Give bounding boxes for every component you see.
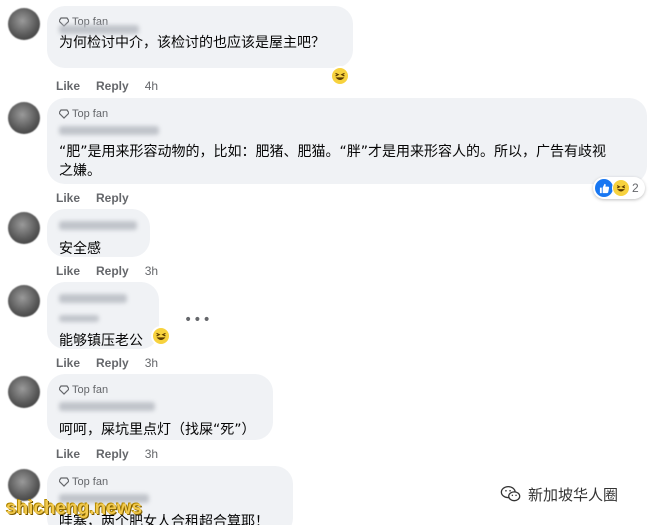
top-fan-badge: Top fan xyxy=(59,476,108,488)
top-fan-badge: Top fan xyxy=(59,108,108,120)
avatar[interactable] xyxy=(8,8,40,40)
avatar[interactable] xyxy=(8,376,40,408)
comment-bubble: Top fan 呵呵，屎坑里点灯（找屎“死”） xyxy=(47,374,273,440)
like-button[interactable]: Like xyxy=(56,264,80,278)
avatar[interactable] xyxy=(8,102,40,134)
like-button[interactable]: Like xyxy=(56,447,80,461)
laughing-face-icon xyxy=(335,72,345,80)
diamond-icon xyxy=(59,477,69,487)
comment-meta: Top fan xyxy=(59,380,261,396)
avatar[interactable] xyxy=(8,285,40,317)
haha-reaction-icon xyxy=(612,179,630,197)
comment-meta: Top fan xyxy=(59,104,635,120)
commenter-name[interactable] xyxy=(59,25,139,34)
comment-bubble: Top fan 为何检讨中介，该检讨的也应该是屋主吧？ xyxy=(47,6,353,68)
account-name: 新加坡华人圈 xyxy=(528,485,619,504)
reaction-count: 2 xyxy=(632,181,639,195)
commenter-name[interactable] xyxy=(59,402,155,411)
comment-text: 能够镇压老公 xyxy=(59,333,143,349)
comment-text-line-2: 之嫌。 xyxy=(59,163,101,179)
badge-label: Top fan xyxy=(72,476,109,488)
reply-button[interactable]: Reply xyxy=(96,79,129,93)
comment-bubble: 能够镇压老公 xyxy=(47,282,159,349)
comment-bubble: 安全感 xyxy=(47,209,150,257)
comment-text: 安全感 xyxy=(59,241,101,257)
comment-actions: Like Reply 3h xyxy=(56,447,158,461)
laughing-face-icon xyxy=(156,332,166,340)
comment-actions: Like Reply 3h xyxy=(56,356,158,370)
more-options-icon[interactable]: ••• xyxy=(184,312,212,328)
comment-actions: Like Reply 4h xyxy=(56,79,158,93)
commenter-name[interactable] xyxy=(59,294,127,303)
comment-bubble: Top fan “肥”是用来形容动物的，比如：肥猪、肥猫。“胖”才是用来形容人的… xyxy=(47,98,647,184)
timestamp[interactable]: 4h xyxy=(145,79,158,93)
commenter-name[interactable] xyxy=(59,126,159,135)
avatar[interactable] xyxy=(8,212,40,244)
diamond-icon xyxy=(59,109,69,119)
timestamp[interactable]: 3h xyxy=(145,264,158,278)
comment-text: 为何检讨中介，该检讨的也应该是屋主吧？ xyxy=(59,35,325,51)
reply-button[interactable]: Reply xyxy=(96,356,129,370)
timestamp[interactable]: 3h xyxy=(145,447,158,461)
haha-emoji xyxy=(151,326,171,346)
badge-label: Top fan xyxy=(72,108,109,120)
reply-button[interactable]: Reply xyxy=(96,264,129,278)
commenter-name-secondary xyxy=(59,315,99,322)
comment-actions: Like Reply xyxy=(56,191,129,205)
comment-text: 呵呵，屎坑里点灯（找屎“死”） xyxy=(59,422,256,438)
diamond-icon xyxy=(59,385,69,395)
wechat-icon xyxy=(500,486,521,502)
like-button[interactable]: Like xyxy=(56,356,80,370)
comment-actions: Like Reply 3h xyxy=(56,264,158,278)
top-fan-badge: Top fan xyxy=(59,384,108,396)
reply-button[interactable]: Reply xyxy=(96,191,129,205)
like-reaction-icon xyxy=(595,179,613,197)
avatar[interactable] xyxy=(8,469,40,501)
timestamp[interactable]: 3h xyxy=(145,356,158,370)
reaction-summary[interactable]: 2 xyxy=(593,177,645,199)
comment-meta: Top fan xyxy=(59,472,281,488)
like-button[interactable]: Like xyxy=(56,79,80,93)
badge-label: Top fan xyxy=(72,384,109,396)
account-watermark: 新加坡华人圈 xyxy=(500,483,618,505)
haha-emoji xyxy=(330,66,350,86)
reply-button[interactable]: Reply xyxy=(96,447,129,461)
like-button[interactable]: Like xyxy=(56,191,80,205)
comment-text-line-1: “肥”是用来形容动物的，比如：肥猪、肥猫。“胖”才是用来形容人的。所以，广告有歧… xyxy=(59,144,607,160)
site-watermark: shicheng.news xyxy=(6,498,143,519)
commenter-name[interactable] xyxy=(59,221,137,230)
comment-meta: Top fan xyxy=(59,12,341,34)
